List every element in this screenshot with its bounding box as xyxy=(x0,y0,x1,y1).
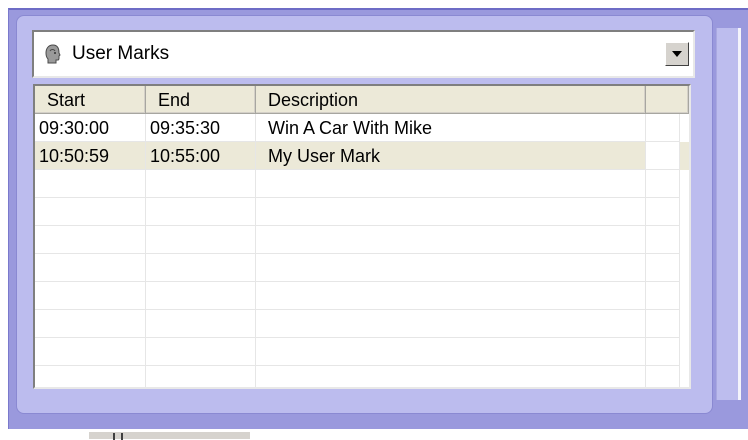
cell-description xyxy=(256,310,646,338)
table-row[interactable]: 10:50:59 10:55:00 My User Mark xyxy=(35,142,689,170)
empty-table-row xyxy=(35,338,689,366)
cell-filler xyxy=(646,254,680,282)
table-row[interactable]: 09:30:00 09:35:30 Win A Car With Mike xyxy=(35,114,689,142)
empty-table-row xyxy=(35,254,689,282)
cell-filler xyxy=(646,338,680,366)
cell-filler xyxy=(646,282,680,310)
empty-table-row xyxy=(35,282,689,310)
cell-start xyxy=(35,254,146,282)
column-header-start[interactable]: Start xyxy=(35,86,146,114)
cell-filler xyxy=(646,198,680,226)
cell-description xyxy=(256,254,646,282)
table-header: Start End Description xyxy=(35,86,689,114)
cell-description xyxy=(256,282,646,310)
dropdown-arrow-button[interactable] xyxy=(665,42,689,66)
cell-filler xyxy=(646,226,680,254)
cell-start: 10:50:59 xyxy=(35,142,146,170)
cell-start xyxy=(35,310,146,338)
cell-filler xyxy=(646,170,680,198)
cell-description xyxy=(256,366,646,387)
cell-end xyxy=(146,366,256,387)
dropdown-selected-value: User Marks xyxy=(72,43,170,64)
marks-type-dropdown[interactable]: User Marks xyxy=(32,30,695,78)
cell-description xyxy=(256,198,646,226)
cell-start xyxy=(35,366,146,387)
empty-table-row xyxy=(35,170,689,198)
cell-end xyxy=(146,198,256,226)
column-header-description[interactable]: Description xyxy=(256,86,646,114)
bottom-tab[interactable] xyxy=(88,431,250,440)
empty-table-row xyxy=(35,366,689,387)
user-head-icon xyxy=(42,43,64,65)
cell-description: My User Mark xyxy=(256,142,646,170)
side-panel-highlight xyxy=(738,28,741,400)
cell-filler xyxy=(646,310,680,338)
cell-start: 09:30:00 xyxy=(35,114,146,142)
cell-end xyxy=(146,338,256,366)
cell-description xyxy=(256,338,646,366)
cell-description xyxy=(256,226,646,254)
marks-table[interactable]: Start End Description 09:30:00 09:35:30 Wi… xyxy=(33,84,691,389)
cell-filler xyxy=(646,142,680,170)
table-body: 09:30:00 09:35:30 Win A Car With Mike 10:50… xyxy=(35,114,689,387)
cell-end xyxy=(146,226,256,254)
empty-table-row xyxy=(35,226,689,254)
column-header-end[interactable]: End xyxy=(146,86,256,114)
cell-filler xyxy=(646,366,680,387)
cell-description xyxy=(256,170,646,198)
cell-start xyxy=(35,226,146,254)
column-header-filler xyxy=(646,86,689,114)
side-panel-edge xyxy=(716,28,741,400)
chevron-down-icon xyxy=(672,51,682,57)
cell-filler xyxy=(646,114,680,142)
cell-start xyxy=(35,198,146,226)
cell-end: 09:35:30 xyxy=(146,114,256,142)
cell-description: Win A Car With Mike xyxy=(256,114,646,142)
cell-end xyxy=(146,282,256,310)
cell-end xyxy=(146,170,256,198)
cell-end xyxy=(146,310,256,338)
empty-table-row xyxy=(35,198,689,226)
cell-end: 10:55:00 xyxy=(146,142,256,170)
cell-end xyxy=(146,254,256,282)
empty-table-row xyxy=(35,310,689,338)
cell-start xyxy=(35,170,146,198)
cell-start xyxy=(35,338,146,366)
cell-start xyxy=(35,282,146,310)
